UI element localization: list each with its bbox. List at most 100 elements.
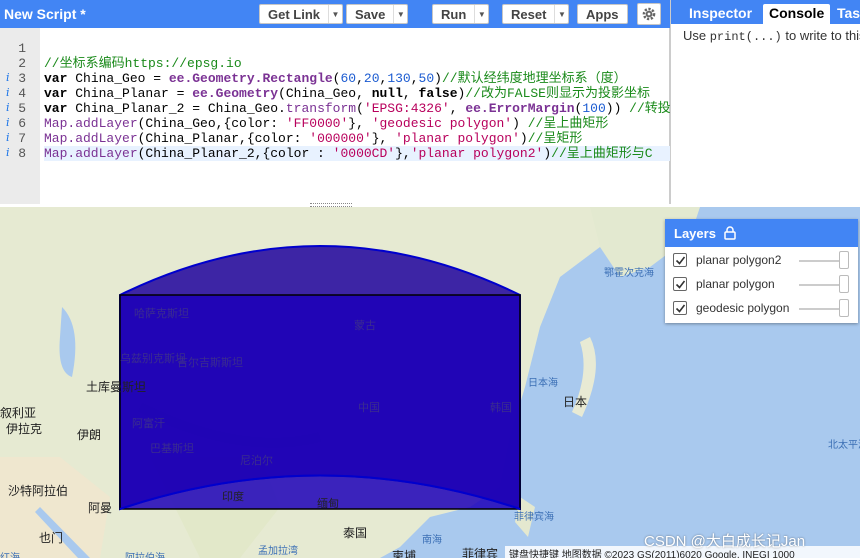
code-line[interactable]: //坐标系编码https://epsg.io bbox=[44, 56, 670, 71]
map-label-yemen: 也门 bbox=[39, 531, 64, 545]
code-token: 'planar polygon' bbox=[395, 131, 520, 146]
map-label-japan: 日本 bbox=[563, 395, 588, 409]
planar-polygon-shape bbox=[119, 294, 521, 510]
tab-inspector[interactable]: Inspector bbox=[683, 4, 758, 24]
console-hint-code: print(...) bbox=[709, 30, 782, 44]
apps-button[interactable]: Apps bbox=[577, 4, 628, 24]
code-token: Map.addLayer bbox=[44, 146, 138, 161]
line-number-text: 8 bbox=[18, 146, 26, 161]
code-editor[interactable]: 12i3i4i5i6i7i8 //坐标系编码https://epsg.io var… bbox=[0, 28, 670, 204]
run-button[interactable]: Run ▼ bbox=[432, 4, 490, 24]
code-token: //呈上曲矩形与C bbox=[551, 146, 653, 161]
checkmark-icon bbox=[675, 256, 685, 265]
chevron-down-icon[interactable]: ▼ bbox=[393, 5, 407, 23]
opacity-slider[interactable] bbox=[799, 275, 849, 293]
code-token: 100 bbox=[582, 101, 606, 116]
code-token: }, bbox=[395, 146, 411, 161]
tab-console[interactable]: Console bbox=[763, 4, 831, 24]
code-token: ) bbox=[519, 131, 528, 146]
map-label-philippines: 菲律宾 bbox=[462, 547, 499, 558]
layer-row[interactable]: planar polygon2 bbox=[673, 250, 855, 270]
map-label-red-sea: 红海 bbox=[0, 549, 20, 558]
code-token: 60 bbox=[340, 71, 357, 86]
slider-thumb[interactable] bbox=[839, 299, 849, 317]
code-content[interactable]: //坐标系编码https://epsg.io var China_Geo = ee… bbox=[44, 41, 670, 191]
chevron-down-icon[interactable]: ▼ bbox=[474, 5, 488, 23]
layer-row[interactable]: planar polygon bbox=[673, 274, 855, 294]
code-token: 'planar polygon2' bbox=[410, 146, 544, 161]
save-button[interactable]: Save ▼ bbox=[346, 4, 409, 24]
line-number-text: 1 bbox=[18, 41, 26, 56]
map-label-bengal-bay: 孟加拉湾 bbox=[258, 546, 298, 557]
code-editor-app: { "toolbar": { "script_title": "New Scri… bbox=[0, 0, 860, 558]
reset-button[interactable]: Reset ▼ bbox=[502, 4, 570, 24]
chevron-down-icon[interactable]: ▼ bbox=[554, 5, 568, 23]
code-token: false bbox=[418, 86, 458, 101]
code-token: 50 bbox=[418, 71, 435, 86]
slider-thumb[interactable] bbox=[839, 275, 849, 293]
code-line[interactable]: Map.addLayer(China_Geo,{color: 'FF0000'}… bbox=[44, 116, 670, 131]
layers-panel: Layers planar polygon2 planar polygon ge… bbox=[665, 219, 858, 323]
code-token: China_Geo = bbox=[75, 71, 169, 86]
code-token: 130 bbox=[387, 71, 411, 86]
code-line[interactable]: Map.addLayer(China_Planar,{color: '00000… bbox=[44, 131, 670, 146]
layer-checkbox[interactable] bbox=[673, 277, 687, 291]
chevron-down-icon[interactable]: ▼ bbox=[328, 5, 342, 23]
opacity-slider[interactable] bbox=[799, 251, 849, 269]
layer-checkbox[interactable] bbox=[673, 253, 687, 267]
right-panel-tabs: Inspector Console Tasks bbox=[671, 0, 860, 24]
opacity-slider[interactable] bbox=[799, 299, 849, 317]
code-token: , bbox=[356, 71, 364, 86]
line-number: i8 bbox=[0, 146, 40, 161]
console-hint-post: to write to this console. bbox=[785, 28, 860, 43]
map-label-pakistan: 巴基斯坦 bbox=[150, 443, 194, 455]
code-token: ) bbox=[434, 71, 442, 86]
settings-button[interactable] bbox=[637, 3, 661, 25]
line-number-text: 6 bbox=[18, 116, 26, 131]
map-label-arabian-sea: 阿拉伯海 bbox=[125, 549, 165, 558]
map-label-china: 中国 bbox=[358, 402, 380, 414]
info-icon[interactable]: i bbox=[6, 146, 10, 159]
map-label-iraq: 伊拉克 bbox=[6, 422, 43, 436]
info-icon[interactable]: i bbox=[6, 71, 10, 84]
info-icon[interactable]: i bbox=[6, 101, 10, 114]
code-token: China_Planar = bbox=[75, 86, 193, 101]
code-token: 'geodesic polygon' bbox=[371, 116, 513, 131]
line-number-text: 5 bbox=[18, 101, 26, 116]
code-line[interactable]: var China_Planar = ee.Geometry(China_Geo… bbox=[44, 86, 670, 101]
map-label-myanmar: 缅甸 bbox=[317, 498, 339, 510]
map-label-india: 印度 bbox=[222, 491, 244, 503]
layer-checkbox[interactable] bbox=[673, 301, 687, 315]
checkmark-icon bbox=[675, 304, 685, 313]
watermark: CSDN @大白成长记Jan bbox=[644, 533, 806, 550]
code-token: ee.ErrorMargin bbox=[465, 101, 575, 116]
slider-thumb[interactable] bbox=[839, 251, 849, 269]
code-line[interactable]: var China_Planar_2 = China_Geo.transform… bbox=[44, 101, 670, 116]
map-label-iran: 伊朗 bbox=[77, 428, 102, 442]
get-link-button[interactable]: Get Link ▼ bbox=[259, 4, 344, 24]
lock-icon[interactable] bbox=[724, 226, 736, 240]
code-token: (China_Planar_2,{color : bbox=[137, 146, 333, 161]
code-line[interactable]: Map.addLayer(China_Planar_2,{color : '00… bbox=[44, 146, 670, 161]
reset-label: Reset bbox=[511, 6, 547, 22]
script-title[interactable]: New Script * bbox=[4, 6, 86, 22]
info-icon[interactable]: i bbox=[6, 86, 10, 99]
code-line[interactable] bbox=[44, 41, 670, 56]
map-label-oman: 阿曼 bbox=[88, 501, 113, 515]
code-token: , bbox=[402, 86, 419, 101]
code-token: )) bbox=[605, 101, 630, 116]
code-token: ) bbox=[512, 116, 528, 131]
code-token: (China_Planar,{color: bbox=[137, 131, 310, 146]
line-number-gutter: 12i3i4i5i6i7i8 bbox=[0, 28, 40, 204]
info-icon[interactable]: i bbox=[6, 131, 10, 144]
code-token: null bbox=[371, 86, 403, 101]
map-label-korea: 韩国 bbox=[490, 402, 512, 414]
info-icon[interactable]: i bbox=[6, 116, 10, 129]
layer-row[interactable]: geodesic polygon bbox=[673, 298, 855, 318]
tab-tasks[interactable]: Tasks bbox=[831, 4, 860, 24]
code-token: //呈上曲矩形 bbox=[527, 116, 609, 131]
code-token: }, bbox=[371, 131, 396, 146]
code-token: ) bbox=[543, 146, 552, 161]
code-token: var bbox=[44, 71, 76, 86]
code-line[interactable]: var China_Geo = ee.Geometry.Rectangle(60… bbox=[44, 71, 670, 86]
